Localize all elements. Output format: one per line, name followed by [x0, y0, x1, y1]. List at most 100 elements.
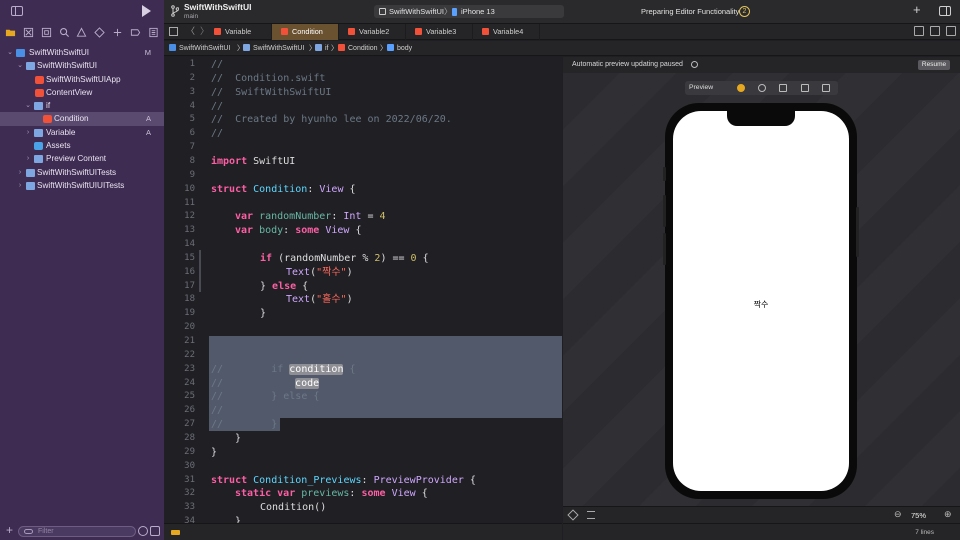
breadcrumb-item[interactable]: if: [315, 41, 329, 56]
zoom-out-icon[interactable]: ⊖: [894, 509, 902, 520]
chevron-down-icon[interactable]: ⌄: [6, 46, 14, 59]
tree-label: ContentView: [46, 87, 93, 97]
source-control-icon[interactable]: [23, 26, 35, 38]
comment-text: {: [343, 363, 356, 375]
device-screen[interactable]: 짝수: [673, 111, 849, 491]
inspector-toggle-icon[interactable]: [939, 6, 951, 16]
sidebar-toggle-icon[interactable]: [11, 6, 23, 16]
code-line: 6 //: [164, 127, 562, 141]
tree-row-file[interactable]: ContentView: [0, 86, 164, 99]
keyword: else: [272, 280, 297, 292]
run-button[interactable]: [142, 5, 151, 17]
project-icon: [169, 44, 176, 51]
add-icon[interactable]: +: [6, 523, 13, 537]
tab-label: Variable4: [493, 27, 524, 36]
device-name[interactable]: iPhone 13: [461, 5, 495, 18]
comment-text: //: [211, 405, 224, 417]
tree-row-group[interactable]: › SwiftWithSwiftUITests: [0, 166, 164, 179]
grid-icon[interactable]: [169, 27, 178, 36]
scheme-name[interactable]: SwiftWithSwiftUI: [389, 5, 444, 18]
chevron-right-icon[interactable]: ›: [24, 152, 32, 165]
line-number: 25: [184, 391, 195, 402]
breadcrumb: SwiftWithSwiftUI 〉 SwiftWithSwiftUI 〉 if…: [164, 41, 960, 56]
tree-row-group[interactable]: ⌄ SwiftWithSwiftUI: [0, 59, 164, 72]
list-icon[interactable]: [587, 511, 595, 519]
code-line: 15 if (randomNumber % 2) == 0 {: [164, 252, 562, 266]
filter-input[interactable]: Filter: [18, 526, 136, 537]
code-line: 21: [164, 335, 562, 349]
code-editor[interactable]: 1 // 2 // Condition.swift 3 // SwiftWithSwi…: [164, 57, 562, 523]
activity-status: Preparing Editor Functionality: [641, 7, 740, 16]
scm-filter-icon[interactable]: [150, 526, 160, 536]
tree-row-group[interactable]: › Preview Content: [0, 152, 164, 165]
device-settings-icon[interactable]: [801, 84, 809, 92]
live-preview-icon[interactable]: [737, 84, 745, 92]
line-number: 11: [184, 197, 195, 208]
test-icon[interactable]: [94, 26, 106, 38]
tab-variable4[interactable]: Variable4: [473, 24, 540, 40]
tab-variable3[interactable]: Variable3: [406, 24, 473, 40]
pin-icon[interactable]: [567, 509, 579, 521]
debug-area-icon[interactable]: [171, 530, 180, 535]
preview-mode-label[interactable]: Preview: [689, 81, 713, 95]
breakpoint-icon[interactable]: [129, 26, 141, 38]
tab-variable[interactable]: Variable: [205, 24, 272, 40]
breadcrumb-item[interactable]: Condition: [338, 41, 378, 56]
info-icon[interactable]: [691, 61, 698, 68]
tree-row-group[interactable]: › SwiftWithSwiftUIUITests: [0, 179, 164, 192]
code-text: }: [235, 432, 242, 444]
tree-row-file[interactable]: SwiftWithSwiftUIApp: [0, 73, 164, 86]
tab-condition[interactable]: Condition: [272, 24, 339, 40]
placeholder-token[interactable]: condition: [289, 363, 344, 375]
navigator-selector-bar: [0, 26, 164, 40]
duplicate-icon[interactable]: [822, 84, 830, 92]
debug-icon[interactable]: [111, 26, 123, 38]
chevron-right-icon[interactable]: ›: [16, 166, 24, 179]
tree-label: Assets: [46, 141, 71, 151]
tree-row-project[interactable]: ⌄ SwiftWithSwiftUI M: [0, 46, 164, 59]
symbol-icon[interactable]: [40, 26, 52, 38]
folder-icon[interactable]: [5, 26, 17, 38]
line-number: 4: [189, 100, 195, 111]
filter-placeholder: Filter: [38, 528, 54, 535]
recent-filter-icon[interactable]: [138, 526, 148, 536]
chevron-down-icon[interactable]: ⌄: [16, 59, 24, 72]
chevron-right-icon[interactable]: ›: [24, 126, 32, 139]
number-literal: 4: [379, 211, 386, 223]
iphone-frame: 짝수: [663, 103, 859, 499]
tab-variable2[interactable]: Variable2: [339, 24, 406, 40]
line-number: 32: [184, 488, 195, 499]
editor-options-icon[interactable]: [946, 26, 956, 36]
selectable-icon[interactable]: [779, 84, 787, 92]
device-side-button: [663, 195, 666, 227]
search-icon[interactable]: [58, 26, 70, 38]
chevron-right-icon: 〉: [444, 7, 452, 16]
code-review-icon[interactable]: [914, 26, 924, 36]
tree-row-assets[interactable]: Assets: [0, 139, 164, 152]
breadcrumb-item[interactable]: body: [387, 41, 412, 56]
chevron-right-icon[interactable]: ›: [16, 179, 24, 192]
tree-row-file-selected[interactable]: Condition A: [0, 112, 164, 126]
variants-icon[interactable]: [758, 84, 766, 92]
report-icon[interactable]: [147, 26, 159, 38]
placeholder-token[interactable]: code: [295, 377, 320, 389]
tree-row-group[interactable]: › Variable A: [0, 126, 164, 139]
breadcrumb-item[interactable]: SwiftWithSwiftUI: [169, 41, 230, 56]
swift-file-icon: [415, 28, 422, 35]
resume-button[interactable]: Resume: [918, 60, 950, 70]
code-line: 11: [164, 197, 562, 211]
breadcrumb-item[interactable]: SwiftWithSwiftUI: [243, 41, 304, 56]
zoom-in-icon[interactable]: ⊕: [944, 509, 952, 520]
split-editor-icon[interactable]: [930, 26, 940, 36]
tree-row-group[interactable]: ⌄ if: [0, 99, 164, 112]
zoom-level[interactable]: 75%: [911, 507, 926, 524]
back-icon[interactable]: 〈: [186, 24, 195, 39]
issue-icon[interactable]: [76, 26, 88, 38]
comment-text: //: [211, 419, 224, 431]
add-icon[interactable]: +: [913, 2, 921, 17]
scheme-selector[interactable]: SwiftWithSwiftUI 〉 iPhone 13: [374, 5, 564, 18]
code-line: 17} else {: [164, 280, 562, 294]
line-number: 30: [184, 460, 195, 471]
chevron-down-icon[interactable]: ⌄: [24, 99, 32, 112]
activity-count-badge[interactable]: 2: [739, 6, 750, 17]
